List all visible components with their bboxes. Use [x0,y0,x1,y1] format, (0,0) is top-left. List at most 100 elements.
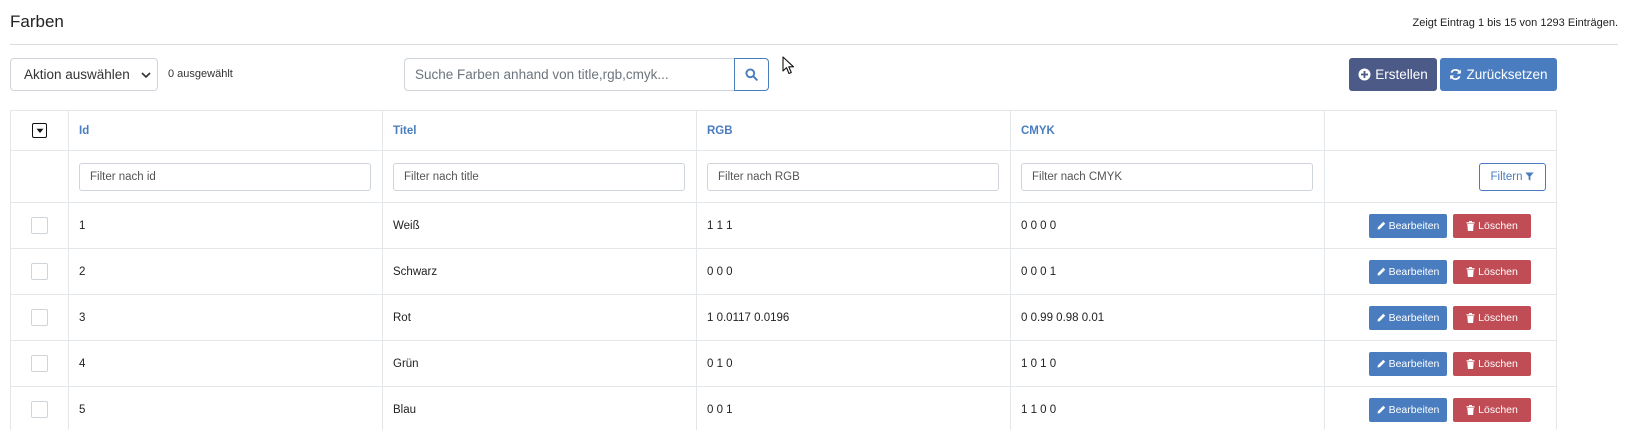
cell-cmyk: 0 0 0 0 [1011,203,1325,248]
filter-button[interactable]: Filtern [1479,162,1546,191]
table-filter-row: Filter n [11,151,1556,203]
column-header-cmyk[interactable]: CMYK [1011,111,1325,150]
cell-id: 5 [69,387,383,430]
pencil-icon [1377,405,1386,414]
chevron-down-icon [141,70,151,80]
action-select[interactable]: Aktion auswählen [10,58,158,91]
table-header-row: Id Titel RGB CMYK [11,111,1556,151]
row-checkbox-cell [11,249,69,294]
cell-id: 2 [69,249,383,294]
create-label: Erstellen [1375,67,1428,82]
row-checkbox[interactable] [31,355,48,372]
edit-label: Bearbeiten [1388,219,1440,232]
search-button[interactable] [734,58,769,91]
delete-button[interactable]: Löschen [1453,397,1531,422]
cell-rgb-value: 0 1 0 [707,357,733,370]
table-row: 2 Schwarz 0 0 0 0 0 0 1 Bearbeiten Lösch… [11,249,1556,295]
cell-id-value: 3 [79,311,86,324]
filter-button-label: Filtern [1490,170,1523,183]
plus-circle-icon [1358,68,1371,81]
column-header-id[interactable]: Id [69,111,383,150]
delete-label: Löschen [1478,265,1518,278]
row-checkbox[interactable] [31,401,48,418]
delete-button[interactable]: Löschen [1453,305,1531,330]
cell-cmyk-value: 0 0 0 1 [1021,265,1057,278]
action-select-value: Aktion auswählen [24,67,130,82]
cell-cmyk-value: 0 0 0 0 [1021,219,1057,232]
row-checkbox[interactable] [31,217,48,234]
cell-title: Schwarz [383,249,697,294]
cell-cmyk: 0 0.99 0.98 0.01 [1011,295,1325,340]
edit-button[interactable]: Bearbeiten [1369,305,1447,330]
title-divider [10,44,1618,45]
cell-cmyk: 0 0 0 1 [1011,249,1325,294]
filter-title-input[interactable] [393,162,685,191]
column-header-cmyk-label: CMYK [1021,124,1055,137]
cell-rgb-value: 1 1 1 [707,219,733,232]
pencil-icon [1377,359,1386,368]
edit-button[interactable]: Bearbeiten [1369,259,1447,284]
delete-button[interactable]: Löschen [1453,259,1531,284]
cell-id-value: 5 [79,403,86,416]
cell-title: Blau [383,387,697,430]
filter-rgb-cell [697,151,1011,202]
delete-label: Löschen [1478,219,1518,232]
table-row: 3 Rot 1 0.0117 0.0196 0 0.99 0.98 0.01 B… [11,295,1556,341]
pencil-icon [1377,221,1386,230]
cell-title-value: Weiß [393,219,420,232]
filter-button-cell: Filtern [1325,151,1556,202]
cell-actions: Bearbeiten Löschen [1325,295,1556,340]
cell-actions: Bearbeiten Löschen [1325,387,1556,430]
cell-cmyk-value: 1 0 1 0 [1021,357,1057,370]
row-actions: Bearbeiten Löschen [1369,397,1531,422]
cell-id: 3 [69,295,383,340]
delete-button[interactable]: Löschen [1453,213,1531,238]
delete-label: Löschen [1478,403,1518,416]
row-checkbox-cell [11,295,69,340]
column-header-rgb[interactable]: RGB [697,111,1011,150]
filter-cmyk-input[interactable] [1021,162,1313,191]
table-row: 1 Weiß 1 1 1 0 0 0 0 Bearbeiten Löschen [11,203,1556,249]
row-actions: Bearbeiten Löschen [1369,259,1531,284]
column-header-actions [1325,111,1556,150]
column-header-title[interactable]: Titel [383,111,697,150]
cell-cmyk: 1 0 1 0 [1011,341,1325,386]
mouse-cursor-icon [782,56,796,76]
pencil-icon [1377,313,1386,322]
filter-rgb-input[interactable] [707,162,999,191]
cell-title: Grün [383,341,697,386]
row-checkbox[interactable] [31,263,48,280]
search-input[interactable] [404,58,735,91]
column-header-id-label: Id [79,124,90,137]
reset-button[interactable]: Zurücksetzen [1440,58,1557,91]
row-actions: Bearbeiten Löschen [1369,213,1531,238]
cell-title-value: Blau [393,403,417,416]
search-icon [745,68,758,81]
filter-title-cell [383,151,697,202]
delete-button[interactable]: Löschen [1453,351,1531,376]
edit-button[interactable]: Bearbeiten [1369,213,1447,238]
select-all-cell [11,111,69,150]
delete-label: Löschen [1478,357,1518,370]
table-row: 5 Blau 0 0 1 1 1 0 0 Bearbeiten Löschen [11,387,1556,430]
create-button[interactable]: Erstellen [1349,58,1437,91]
caret-down-icon [36,128,44,134]
edit-label: Bearbeiten [1388,311,1440,324]
cell-rgb-value: 0 0 1 [707,403,733,416]
refresh-icon [1449,68,1462,81]
filter-id-input[interactable] [79,162,371,191]
cell-id-value: 4 [79,357,86,370]
reset-label: Zurücksetzen [1466,67,1548,82]
cell-actions: Bearbeiten Löschen [1325,341,1556,386]
cell-title-value: Rot [393,311,411,324]
row-checkbox[interactable] [31,309,48,326]
pencil-icon [1377,267,1386,276]
column-header-title-label: Titel [393,124,417,137]
edit-button[interactable]: Bearbeiten [1369,397,1447,422]
filter-icon [1525,172,1535,181]
column-header-rgb-label: RGB [707,124,733,137]
select-all-checkbox[interactable] [32,123,47,138]
edit-button[interactable]: Bearbeiten [1369,351,1447,376]
row-checkbox-cell [11,341,69,386]
cell-rgb-value: 1 0.0117 0.0196 [707,311,790,324]
